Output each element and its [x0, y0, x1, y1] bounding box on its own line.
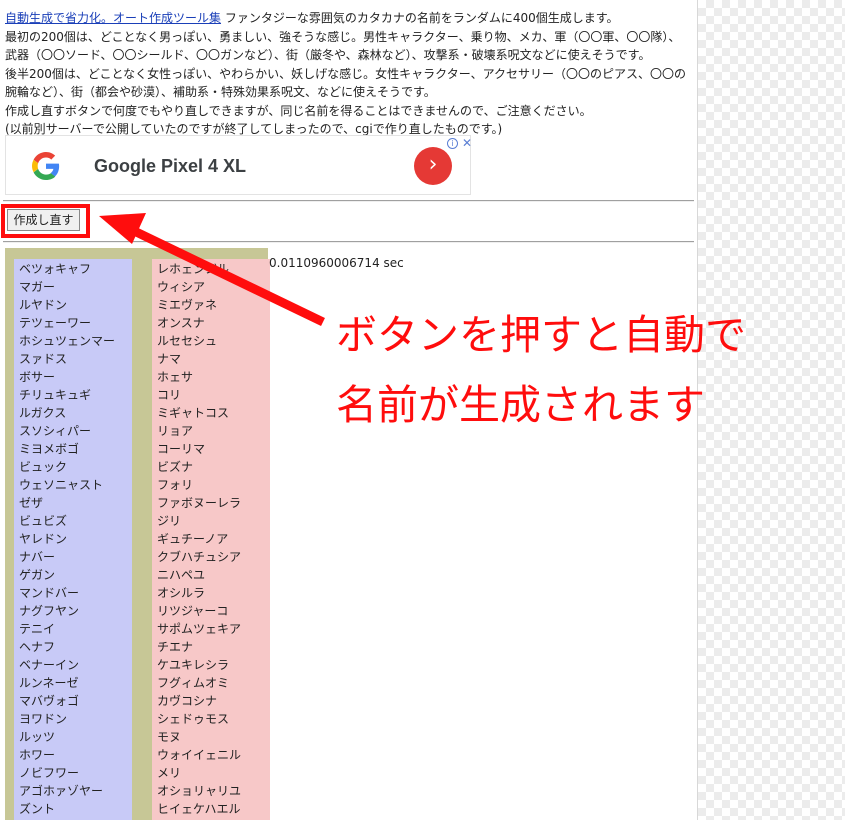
name-item: リツジャーコ [157, 604, 229, 618]
name-item: オンスナ [157, 316, 205, 330]
tools-link[interactable]: 自動生成で省力化。オート作成ツール集 [5, 11, 221, 25]
name-item: ミギャトコス [157, 406, 230, 420]
name-item: ヒイェケハエル [157, 802, 241, 816]
name-item: ファボヌーレラ [157, 496, 242, 510]
name-item: ウィシア [157, 280, 206, 294]
name-item: ミヨメボゴ [19, 442, 80, 456]
generation-time: 0.0110960006714 sec [269, 256, 404, 270]
divider-top [3, 200, 694, 202]
callout-text: ボタンを押すと自動で 名前が生成されます [336, 300, 841, 440]
name-item: ウォイイェニル [157, 748, 242, 762]
name-item: テツェーワー [19, 316, 92, 330]
callout-line-2: 名前が生成されます [336, 381, 705, 429]
name-item: ルッツ [19, 730, 56, 744]
redo-button[interactable]: 作成し直す [7, 209, 80, 231]
ad-banner[interactable]: Google Pixel 4 XL › i ✕ [5, 135, 472, 195]
name-item: フォリ [157, 478, 194, 492]
name-item: ヘナフ [19, 640, 56, 654]
name-item: クブハチュシア [157, 550, 242, 564]
name-item: コリ [157, 388, 182, 402]
name-item: ホワー [19, 748, 56, 762]
male-names-column: ベツォキャフ マガールヤドンテツェーワーホシュツェンマー スァドスボサーチリュキュギ… [14, 259, 132, 820]
name-item: ジリ [157, 514, 182, 528]
name-item: ボサー [19, 370, 56, 384]
name-item: フグィムオミ [157, 676, 230, 690]
names-table: ベツォキャフ マガールヤドンテツェーワーホシュツェンマー スァドスボサーチリュキュギ… [5, 248, 270, 820]
name-item: サポムツェキア [157, 622, 242, 636]
name-item: レホェンジル [157, 262, 230, 276]
name-item: ルヤドン [19, 298, 68, 312]
close-icon[interactable]: ✕ [462, 136, 472, 150]
intro-line-3: 武器（〇〇ソード、〇〇シールド、〇〇ガンなど）、街（厳冬や、森林など）、攻撃系・… [5, 48, 651, 62]
female-names-column: レホェンジル ウィシアミエヴァネオンスナルセセシュナマホェサコリミギャトコス リョア… [152, 259, 270, 820]
chevron-right-icon[interactable]: › [414, 147, 452, 185]
name-item: ホシュツェンマー [19, 334, 116, 348]
name-item: ケユキレシラ [157, 658, 230, 672]
name-item: オショリャリユ [157, 784, 242, 798]
name-item: チリュキュギ [19, 388, 92, 402]
name-item: メリ [157, 766, 182, 780]
name-item: ノビフワー [19, 766, 80, 780]
name-item: チエナ [157, 640, 194, 654]
intro-line-6: 作成し直すボタンで何度でもやり直しできますが、同じ名前を得ることはできませんので… [5, 103, 592, 118]
intro-line-2: 最初の200個は、どことなく男っぽい、勇ましい、強そうな感じ。男性キャラクター、… [5, 29, 681, 44]
ad-text[interactable]: Google Pixel 4 XL [94, 156, 246, 177]
name-item: スァドス [19, 352, 68, 366]
name-item: ゲガン [19, 568, 56, 582]
intro-text: 自動生成で省力化。オート作成ツール集 ファンタジーな雰囲気のカタカナの名前をラン… [5, 9, 695, 139]
name-item: カヴコシナ [157, 694, 218, 708]
intro-line-4: 後半200個は、どことなく女性っぽい、やわらかい、妖しげな感じ。女性キャラクター… [5, 66, 686, 81]
name-item: スソシィパー [19, 424, 92, 438]
name-item: ルンネーゼ [19, 676, 79, 690]
name-item: ヤレドン [19, 532, 68, 546]
name-item: リョア [157, 424, 194, 438]
name-item: ビュビズ [19, 514, 68, 528]
name-item: ニハペユ [157, 568, 206, 582]
intro-line-1-rest: ファンタジーな雰囲気のカタカナの名前をランダムに400個生成します。 [221, 11, 619, 25]
name-item: マバヴォゴ [19, 694, 80, 708]
name-item: ギュチーノア [157, 532, 229, 546]
name-item: ナグフヤン [19, 604, 80, 618]
name-item: ズント [19, 802, 56, 816]
name-item: マガー [19, 280, 56, 294]
name-item: ベツォキャフ [19, 262, 92, 276]
name-item: ナマ [157, 352, 182, 366]
name-item: ビュック [19, 460, 68, 474]
callout-line-1: ボタンを押すと自動で [336, 311, 746, 359]
name-item: オシルラ [157, 586, 206, 600]
intro-line-1: 自動生成で省力化。オート作成ツール集 ファンタジーな雰囲気のカタカナの名前をラン… [5, 9, 695, 28]
google-g-icon [32, 152, 60, 180]
name-item: モヌ [157, 730, 182, 744]
name-item: コーリマ [157, 442, 206, 456]
name-item: ルガクス [19, 406, 67, 420]
divider-bottom [3, 241, 694, 243]
name-item: ナバー [19, 550, 56, 564]
name-item: ビズナ [157, 460, 194, 474]
name-item: アゴホァゾヤー [19, 784, 104, 798]
name-item: ベナーイン [19, 658, 80, 672]
name-item: テニイ [19, 622, 56, 636]
info-icon[interactable]: i [447, 138, 458, 149]
name-item: シェドゥモス [157, 712, 230, 726]
name-item: ミエヴァネ [157, 298, 218, 312]
intro-line-5: 腕輪など）、街（都会や砂漠）、補助系・特殊効果系呪文、などに使えそうです。 [5, 85, 436, 99]
name-item: ホェサ [157, 370, 194, 384]
name-item: マンドバー [19, 586, 80, 600]
name-item: ゼザ [19, 496, 44, 510]
name-item: ヨワドン [19, 712, 68, 726]
name-item: ルセセシュ [157, 334, 218, 348]
name-item: ウェソニャスト [19, 478, 104, 492]
